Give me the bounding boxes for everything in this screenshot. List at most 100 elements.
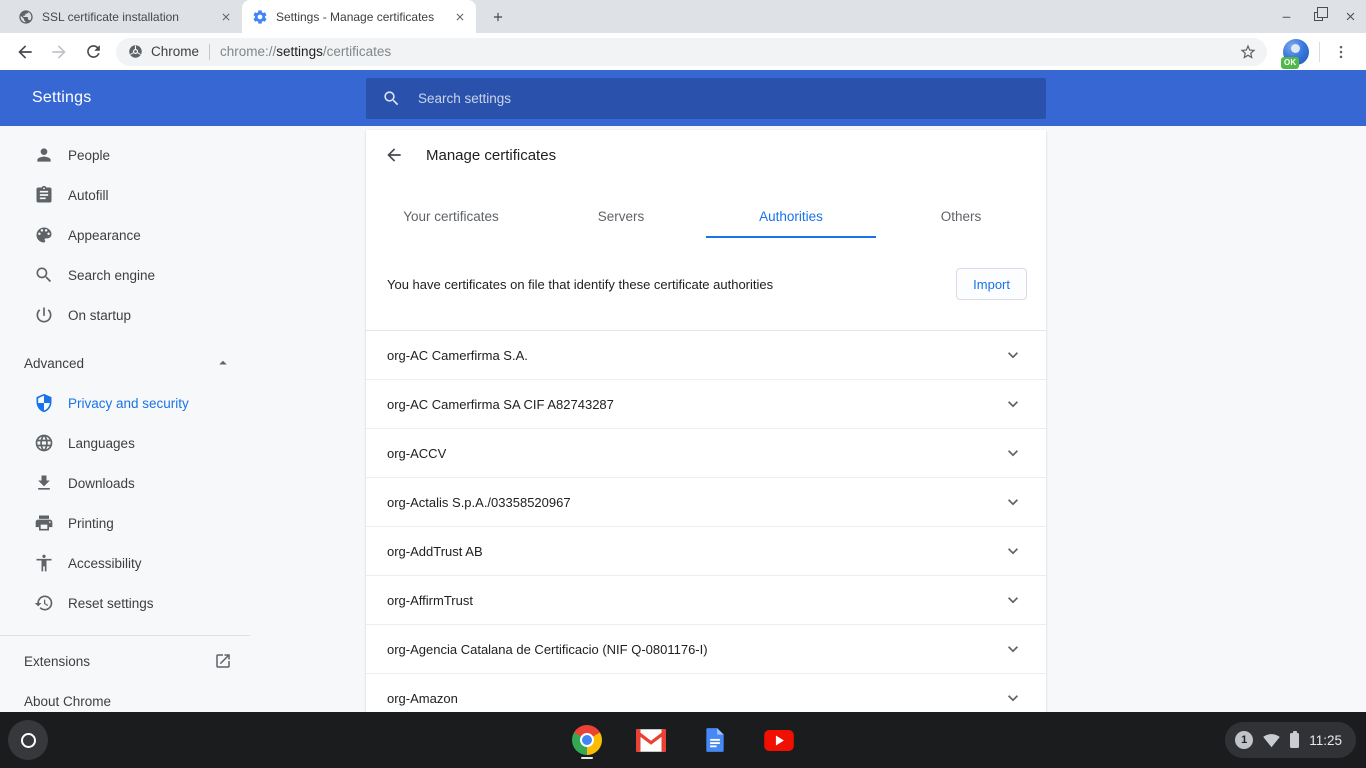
certificate-row[interactable]: org-Agencia Catalana de Certificacio (NI… — [366, 625, 1046, 674]
settings-gear-favicon-icon — [252, 9, 268, 25]
page-title: Manage certificates — [426, 147, 556, 164]
tab-your-certificates[interactable]: Your certificates — [366, 196, 536, 238]
settings-search-box[interactable] — [366, 78, 1046, 119]
open-in-new-icon — [214, 652, 232, 670]
sidebar-item-extensions[interactable]: Extensions — [0, 641, 250, 681]
window-close-icon[interactable] — [1334, 0, 1366, 33]
tab-title: Settings - Manage certificates — [276, 10, 452, 24]
person-icon — [34, 145, 54, 165]
sidebar-item-people[interactable]: People — [0, 135, 250, 175]
sidebar-item-label: Languages — [68, 436, 135, 451]
settings-content: People Autofill Appearance Search engine… — [0, 126, 1366, 712]
palette-icon — [34, 225, 54, 245]
sidebar-item-printing[interactable]: Printing — [0, 503, 250, 543]
chevron-down-icon[interactable] — [1003, 492, 1023, 512]
back-arrow-icon[interactable] — [384, 145, 404, 165]
toolbar-divider — [1319, 42, 1320, 62]
launcher-button[interactable] — [8, 720, 48, 760]
certificate-name: org-Agencia Catalana de Certificacio (NI… — [387, 642, 708, 657]
gmail-app-icon[interactable] — [636, 725, 666, 755]
reload-icon[interactable] — [76, 35, 110, 69]
docs-logo-icon — [702, 725, 728, 755]
gmail-logo-icon — [636, 729, 666, 752]
certificate-row[interactable]: org-AC Camerfirma SA CIF A82743287 — [366, 380, 1046, 429]
chevron-down-icon[interactable] — [1003, 443, 1023, 463]
about-chrome-label: About Chrome — [24, 694, 111, 709]
certificate-row[interactable]: org-ACCV — [366, 429, 1046, 478]
url-text: chrome://settings/certificates — [220, 44, 1235, 59]
sidebar-item-privacy-security[interactable]: Privacy and security — [0, 383, 250, 423]
docs-app-icon[interactable] — [700, 725, 730, 755]
printer-icon — [34, 513, 54, 533]
sidebar-item-reset-settings[interactable]: Reset settings — [0, 583, 250, 623]
tab-title: SSL certificate installation — [42, 10, 218, 24]
browser-tab-settings[interactable]: Settings - Manage certificates — [242, 0, 476, 33]
settings-header: Settings — [0, 70, 1366, 126]
url-scheme: chrome:// — [220, 44, 276, 59]
notification-count-badge: 1 — [1235, 731, 1253, 749]
tab-others[interactable]: Others — [876, 196, 1046, 238]
chevron-down-icon[interactable] — [1003, 590, 1023, 610]
search-icon — [382, 89, 401, 108]
address-bar[interactable]: Chrome chrome://settings/certificates — [116, 38, 1267, 66]
site-label: Chrome — [151, 44, 199, 59]
window-controls — [1270, 0, 1366, 33]
sidebar-item-appearance[interactable]: Appearance — [0, 215, 250, 255]
tab-close-icon[interactable] — [452, 9, 468, 25]
certificate-name: org-Actalis S.p.A./03358520967 — [387, 495, 571, 510]
bookmark-star-icon[interactable] — [1235, 39, 1261, 65]
sidebar-item-label: Search engine — [68, 268, 155, 283]
profile-avatar[interactable]: OK — [1283, 39, 1309, 65]
sidebar-item-autofill[interactable]: Autofill — [0, 175, 250, 215]
sidebar-item-label: Appearance — [68, 228, 141, 243]
battery-icon — [1290, 733, 1299, 748]
search-icon — [34, 265, 54, 285]
certificate-name: org-ACCV — [387, 446, 446, 461]
back-icon[interactable] — [8, 35, 42, 69]
tab-authorities[interactable]: Authorities — [706, 196, 876, 238]
chrome-app-icon[interactable] — [572, 725, 602, 755]
tab-close-icon[interactable] — [218, 9, 234, 25]
chevron-down-icon[interactable] — [1003, 541, 1023, 561]
youtube-app-icon[interactable] — [764, 725, 794, 755]
sidebar-item-accessibility[interactable]: Accessibility — [0, 543, 250, 583]
tab-servers[interactable]: Servers — [536, 196, 706, 238]
chevron-up-icon — [214, 354, 232, 372]
chevron-down-icon[interactable] — [1003, 688, 1023, 708]
sidebar-item-on-startup[interactable]: On startup — [0, 295, 250, 335]
new-tab-button[interactable] — [484, 3, 512, 31]
window-minimize-icon[interactable] — [1270, 0, 1302, 33]
autofill-icon — [34, 185, 54, 205]
sidebar-advanced-toggle[interactable]: Advanced — [0, 343, 250, 383]
sidebar-item-label: Autofill — [68, 188, 109, 203]
status-tray[interactable]: 1 11:25 — [1225, 722, 1356, 758]
chevron-down-icon[interactable] — [1003, 345, 1023, 365]
sidebar-item-search-engine[interactable]: Search engine — [0, 255, 250, 295]
sidebar-item-label: Downloads — [68, 476, 135, 491]
sidebar-item-label: Printing — [68, 516, 114, 531]
authorities-description: You have certificates on file that ident… — [387, 277, 773, 292]
browser-menu-icon[interactable] — [1324, 35, 1358, 69]
card-header: Manage certificates — [366, 130, 1046, 180]
certificate-name: org-AC Camerfirma SA CIF A82743287 — [387, 397, 614, 412]
window-restore-icon[interactable] — [1302, 0, 1334, 33]
certificate-row[interactable]: org-AC Camerfirma S.A. — [366, 331, 1046, 380]
browser-toolbar: Chrome chrome://settings/certificates OK — [0, 33, 1366, 70]
import-button[interactable]: Import — [956, 268, 1027, 300]
certificate-row[interactable]: org-AffirmTrust — [366, 576, 1046, 625]
certificate-row[interactable]: org-AddTrust AB — [366, 527, 1046, 576]
chevron-down-icon[interactable] — [1003, 394, 1023, 414]
certificate-row[interactable]: org-Amazon — [366, 674, 1046, 712]
chevron-down-icon[interactable] — [1003, 639, 1023, 659]
youtube-logo-icon — [764, 730, 794, 751]
browser-tab-ssl[interactable]: SSL certificate installation — [8, 0, 242, 33]
forward-icon[interactable] — [42, 35, 76, 69]
extensions-label: Extensions — [24, 654, 90, 669]
certificate-name: org-AC Camerfirma S.A. — [387, 348, 528, 363]
sidebar-item-languages[interactable]: Languages — [0, 423, 250, 463]
sidebar-item-label: People — [68, 148, 110, 163]
settings-search-input[interactable] — [418, 91, 818, 106]
certificate-row[interactable]: org-Actalis S.p.A./03358520967 — [366, 478, 1046, 527]
sidebar-item-downloads[interactable]: Downloads — [0, 463, 250, 503]
sidebar-item-about-chrome[interactable]: About Chrome — [0, 681, 250, 712]
